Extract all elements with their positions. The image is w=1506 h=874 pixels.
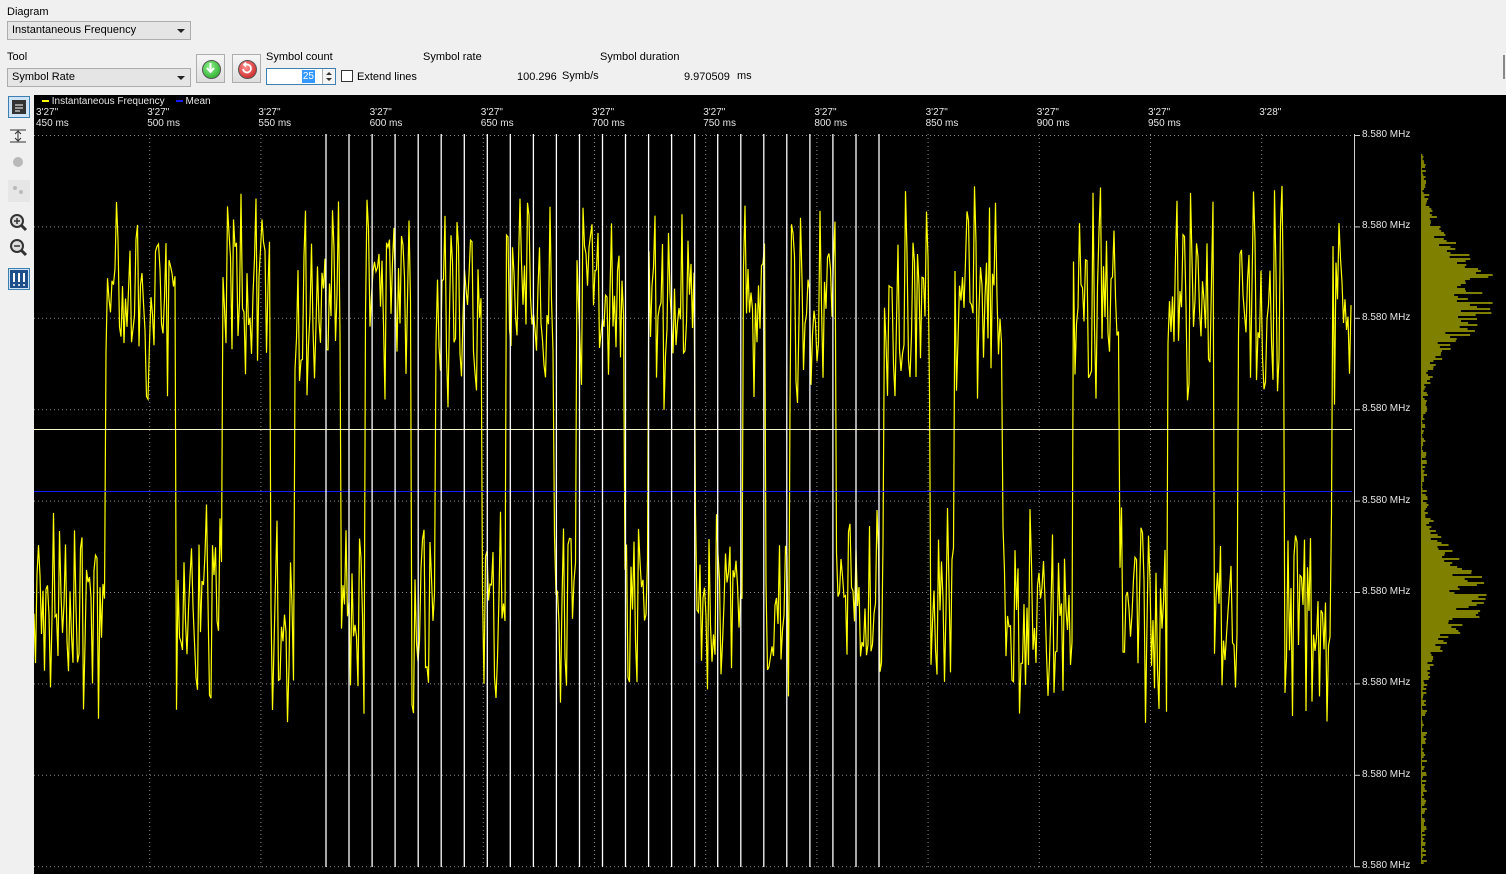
chevron-down-icon	[177, 29, 185, 33]
grey-dots-button[interactable]	[8, 180, 30, 202]
x-tick-ms: 800 ms	[814, 118, 848, 129]
x-tick-label: 3'28"	[1259, 107, 1281, 118]
spin-arrows-icon[interactable]	[322, 69, 335, 84]
x-tick-time: 3'27"	[480, 107, 503, 118]
frequency-series-line	[34, 185, 1352, 723]
grey-dots-icon	[13, 186, 23, 194]
symbol-rate-value: 100.296	[517, 71, 557, 83]
y-tick-label: 8.580 MHz	[1362, 220, 1411, 232]
x-tick-ms: 650 ms	[480, 118, 514, 129]
reset-button[interactable]	[232, 54, 261, 83]
symbol-duration-label: Symbol duration	[600, 51, 680, 63]
legend: Instantaneous Frequency Mean	[42, 96, 211, 107]
chevron-down-icon	[177, 76, 185, 80]
x-tick-ms: 900 ms	[1036, 118, 1070, 129]
x-tick-label: 3'27" 650 ms	[481, 107, 514, 129]
frequency-plot[interactable]: Instantaneous Frequency Mean 3'27" 450 ms…	[34, 95, 1506, 874]
extend-lines-checkbox[interactable]	[341, 70, 353, 82]
x-tick-label: 3'27" 550 ms	[258, 107, 291, 129]
symbol-duration-value: 9.970509	[684, 71, 730, 83]
symbol-count-label: Symbol count	[266, 51, 333, 63]
x-tick-ms: 450 ms	[36, 118, 69, 129]
symbol-rate-label: Symbol rate	[423, 51, 482, 63]
y-tick-label: 8.580 MHz	[1362, 494, 1411, 506]
zoom-in-button[interactable]	[8, 212, 30, 234]
zoom-out-icon	[10, 239, 28, 257]
legend-swatch-mean	[175, 100, 183, 103]
x-tick-time: 3'28"	[1259, 107, 1282, 118]
extend-lines-label: Extend lines	[357, 71, 417, 83]
plot-canvas[interactable]	[34, 95, 1506, 874]
x-tick-time: 3'27"	[258, 107, 281, 118]
x-tick-ms: 750 ms	[703, 118, 736, 129]
select-tool-button[interactable]	[8, 96, 30, 118]
x-tick-label: 3'27" 950 ms	[1148, 107, 1181, 129]
grey-tool-button[interactable]	[8, 152, 30, 174]
tool-select[interactable]: Symbol Rate	[7, 68, 191, 87]
x-tick-time: 3'27"	[814, 107, 837, 118]
y-tick-label: 8.580 MHz	[1362, 586, 1411, 597]
x-tick-time: 3'27"	[703, 107, 726, 118]
y-tick-label: 8.580 MHz	[1362, 311, 1411, 323]
x-tick-time: 3'27"	[925, 107, 948, 118]
symbol-rate-unit: Symb/s	[562, 70, 599, 82]
x-tick-time: 3'27"	[147, 107, 170, 118]
y-tick-label: 8.580 MHz	[1362, 677, 1411, 689]
legend-item-frequency: Instantaneous Frequency	[51, 96, 165, 107]
legend-swatch-frequency	[42, 100, 49, 103]
y-tick-label: 8.580 MHz	[1362, 403, 1411, 415]
green-arrow-down-icon	[202, 60, 221, 79]
x-tick-ms: 700 ms	[592, 118, 625, 129]
splitter-handle[interactable]	[1503, 55, 1505, 79]
symbol-count-value: 25	[301, 70, 315, 83]
legend-item-mean: Mean	[185, 96, 211, 107]
vertical-scale-button[interactable]	[8, 126, 30, 148]
vertical-scale-icon	[10, 129, 26, 143]
diagram-select[interactable]: Instantaneous Frequency	[7, 21, 191, 40]
x-tick-time: 3'27"	[592, 107, 615, 118]
select-tool-icon	[12, 100, 26, 114]
x-tick-ms: 500 ms	[147, 118, 180, 129]
x-tick-ms: 850 ms	[925, 118, 959, 129]
apply-button[interactable]	[196, 54, 225, 83]
x-tick-label: 3'27" 450 ms	[36, 107, 69, 129]
x-tick-ms: 550 ms	[258, 118, 292, 129]
zoom-in-icon	[10, 214, 28, 232]
y-tick-label: 8.580 MHz	[1362, 860, 1411, 872]
x-tick-ms: 950 ms	[1148, 118, 1181, 129]
x-tick-label: 3'27" 850 ms	[926, 107, 959, 129]
x-tick-time: 3'27"	[36, 107, 59, 118]
x-tick-label: 3'27" 900 ms	[1037, 107, 1070, 129]
symbol-count-spinner[interactable]: 25	[266, 68, 336, 85]
x-tick-ms: 600 ms	[369, 118, 403, 129]
tool-select-value: Symbol Rate	[12, 71, 75, 83]
red-undo-icon	[238, 60, 257, 79]
x-tick-time: 3'27"	[1148, 107, 1171, 118]
y-tick-label: 8.580 MHz	[1362, 129, 1411, 140]
x-tick-label: 3'27" 750 ms	[703, 107, 736, 129]
symbol-duration-unit: ms	[737, 70, 752, 82]
x-tick-label: 3'27" 700 ms	[592, 107, 625, 129]
grey-tool-icon	[13, 157, 23, 167]
markers-icon	[10, 270, 28, 288]
zoom-out-button[interactable]	[8, 237, 30, 259]
tool-label: Tool	[7, 51, 28, 63]
diagram-label: Diagram	[7, 6, 49, 18]
x-tick-time: 3'27"	[1036, 107, 1059, 118]
markers-button[interactable]	[8, 268, 30, 290]
x-tick-label: 3'27" 800 ms	[814, 107, 847, 129]
diagram-select-value: Instantaneous Frequency	[12, 24, 137, 36]
y-tick-label: 8.580 MHz	[1362, 768, 1411, 780]
x-tick-label: 3'27" 600 ms	[370, 107, 403, 129]
x-tick-label: 3'27" 500 ms	[147, 107, 180, 129]
x-tick-time: 3'27"	[369, 107, 392, 118]
